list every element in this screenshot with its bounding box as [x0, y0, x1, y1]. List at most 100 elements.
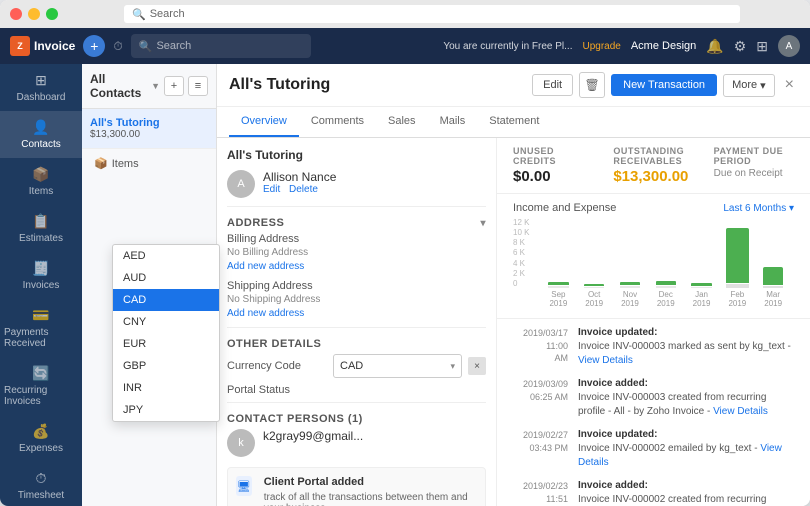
sidebar-label-dashboard: Dashboard [17, 92, 66, 103]
currency-select[interactable]: CAD ▾ [333, 354, 462, 378]
edit-button[interactable]: Edit [532, 74, 573, 96]
delete-button[interactable]: 🗑 [579, 72, 605, 98]
filter-icon[interactable]: ▼ [151, 81, 160, 91]
activity-title-3: Invoice updated: [578, 429, 794, 440]
close-button[interactable]: × [781, 76, 798, 94]
sidebar-item-timesheet[interactable]: ⏱ Timesheet [0, 462, 82, 506]
currency-option-aed[interactable]: AED [217, 245, 219, 267]
contact-subnav: 📦 Items [82, 149, 216, 178]
sidebar-label-estimates: Estimates [19, 233, 63, 244]
title-bar: 🔍 Search [0, 0, 810, 28]
currency-clear-btn[interactable]: × [468, 357, 486, 375]
add-shipping-link[interactable]: Add new address [227, 308, 304, 319]
y-label-10k: 10 K [513, 228, 529, 237]
currency-option-gbp[interactable]: GBP [217, 355, 219, 377]
sidebar-item-estimates[interactable]: 📋 Estimates [0, 205, 82, 252]
y-label-0: 0 [513, 279, 529, 288]
currency-option-cny[interactable]: CNY [217, 311, 219, 333]
user-avatar[interactable]: A [778, 35, 800, 57]
activity-time-3: 2019/02/27 03:43 PM [513, 429, 568, 454]
minimize-window-btn[interactable] [28, 8, 40, 20]
nav-right: You are currently in Free Pl... Upgrade … [443, 35, 800, 57]
currency-option-cad[interactable]: CAD [217, 289, 219, 311]
chart-label-jan: Jan2019 [685, 290, 719, 308]
currency-option-aud[interactable]: AUD [217, 267, 219, 289]
activity-content-1: Invoice updated: Invoice INV-000003 mark… [578, 327, 794, 368]
sidebar-label-expenses: Expenses [19, 443, 63, 454]
sidebar-label-items: Items [29, 186, 53, 197]
url-bar[interactable]: 🔍 Search [124, 5, 740, 23]
currency-option-jpy[interactable]: JPY [217, 399, 219, 421]
chart-group-jan [685, 218, 719, 288]
unused-credits-label: UNUSED CREDITS [513, 146, 593, 166]
section-divider-1 [227, 206, 486, 207]
expenses-icon: 💰 [32, 423, 49, 440]
more-button[interactable]: More ▾ [723, 74, 775, 97]
contact-panel-title: All Contacts [90, 72, 147, 100]
tab-sales[interactable]: Sales [376, 107, 428, 137]
list-view-btn[interactable]: ≡ [188, 76, 208, 96]
subnav-items[interactable]: 📦 Items [90, 153, 208, 174]
grid-icon[interactable]: ⊞ [756, 38, 768, 55]
y-label-6k: 6 K [513, 248, 529, 257]
free-plan-text: You are currently in Free Pl... [443, 41, 572, 52]
add-billing-link[interactable]: Add new address [227, 261, 304, 272]
sidebar-label-contacts: Contacts [21, 139, 60, 150]
main-layout: ⊞ Dashboard 👤 Contacts 📦 Items 📋 Estimat… [0, 64, 810, 506]
address-chevron-icon[interactable]: ▾ [480, 218, 486, 229]
sidebar-label-payments: Payments Received [4, 327, 78, 349]
more-chevron-icon: ▾ [760, 79, 766, 92]
upgrade-link[interactable]: Upgrade [582, 41, 620, 52]
tab-comments[interactable]: Comments [299, 107, 376, 137]
search-bar[interactable]: 🔍 Search [131, 34, 311, 58]
portal-status-row: Portal Status [227, 384, 486, 396]
contact-list-item[interactable]: All's Tutoring $13,300.00 [82, 109, 216, 149]
top-nav: Z Invoice + ⏱ 🔍 Search You are currently… [0, 28, 810, 64]
items-icon: 📦 [32, 166, 49, 183]
nav-history-icon[interactable]: ⏱ [113, 39, 122, 54]
chart-bars-container: Sep2019 Oct2019 Nov2019 Dec2019 Jan2019 … [537, 218, 794, 310]
contact-detail-avatar: A [227, 170, 255, 198]
invoices-icon: 🧾 [32, 260, 49, 277]
currency-option-inr[interactable]: INR [217, 377, 219, 399]
close-window-btn[interactable] [10, 8, 22, 20]
sidebar-item-recurring[interactable]: 🔄 Recurring Invoices [0, 357, 82, 415]
sidebar-item-dashboard[interactable]: ⊞ Dashboard [0, 64, 82, 111]
bar-sep-income [548, 282, 568, 285]
sidebar-item-payments[interactable]: 💳 Payments Received [0, 299, 82, 357]
tab-mails[interactable]: Mails [428, 107, 478, 137]
sidebar-item-contacts[interactable]: 👤 Contacts [0, 111, 82, 158]
maximize-window-btn[interactable] [46, 8, 58, 20]
contact-edit-link[interactable]: Edit [263, 184, 280, 195]
bell-icon[interactable]: 🔔 [706, 38, 723, 55]
new-transaction-button[interactable]: New Transaction [611, 74, 717, 96]
activity-link-2[interactable]: View Details [713, 406, 768, 417]
person-info: k2gray99@gmail... [263, 429, 363, 443]
contact-full-name: Allison Nance [263, 170, 336, 184]
contact-delete-link[interactable]: Delete [289, 184, 318, 195]
settings-icon[interactable]: ⚙ [734, 38, 747, 55]
contact-panel-header: All Contacts ▼ + ≡ [82, 64, 216, 109]
activity-time-1: 2019/03/17 11:00 AM [513, 327, 568, 365]
activity-content-2: Invoice added: Invoice INV-000003 create… [578, 378, 794, 419]
tab-statement[interactable]: Statement [477, 107, 551, 137]
chart-bars [537, 218, 794, 288]
sidebar-item-items[interactable]: 📦 Items [0, 158, 82, 205]
activity-desc-4: Invoice INV-000002 created from recurrin… [578, 493, 794, 506]
chart-period[interactable]: Last 6 Months ▾ [723, 203, 794, 214]
bar-jan-expense [691, 287, 711, 288]
activity-link-1[interactable]: View Details [578, 355, 633, 366]
currency-option-eur[interactable]: EUR [217, 333, 219, 355]
app-logo[interactable]: Z Invoice [10, 36, 75, 56]
stats-bar: UNUSED CREDITS $0.00 OUTSTANDING RECEIVA… [497, 138, 810, 194]
bar-nov-expense [620, 286, 640, 288]
sidebar-item-invoices[interactable]: 🧾 Invoices [0, 252, 82, 299]
add-contact-btn[interactable]: + [164, 76, 184, 96]
activity-item-3: 2019/02/27 03:43 PM Invoice updated: Inv… [513, 429, 794, 470]
nav-add-button[interactable]: + [83, 35, 105, 57]
tab-overview[interactable]: Overview [229, 107, 299, 137]
bar-dec-expense [656, 286, 676, 288]
shipping-address-block: Shipping Address No Shipping Address Add… [227, 280, 486, 319]
sidebar-item-expenses[interactable]: 💰 Expenses [0, 415, 82, 462]
activity-link-3[interactable]: View Details [578, 443, 782, 468]
